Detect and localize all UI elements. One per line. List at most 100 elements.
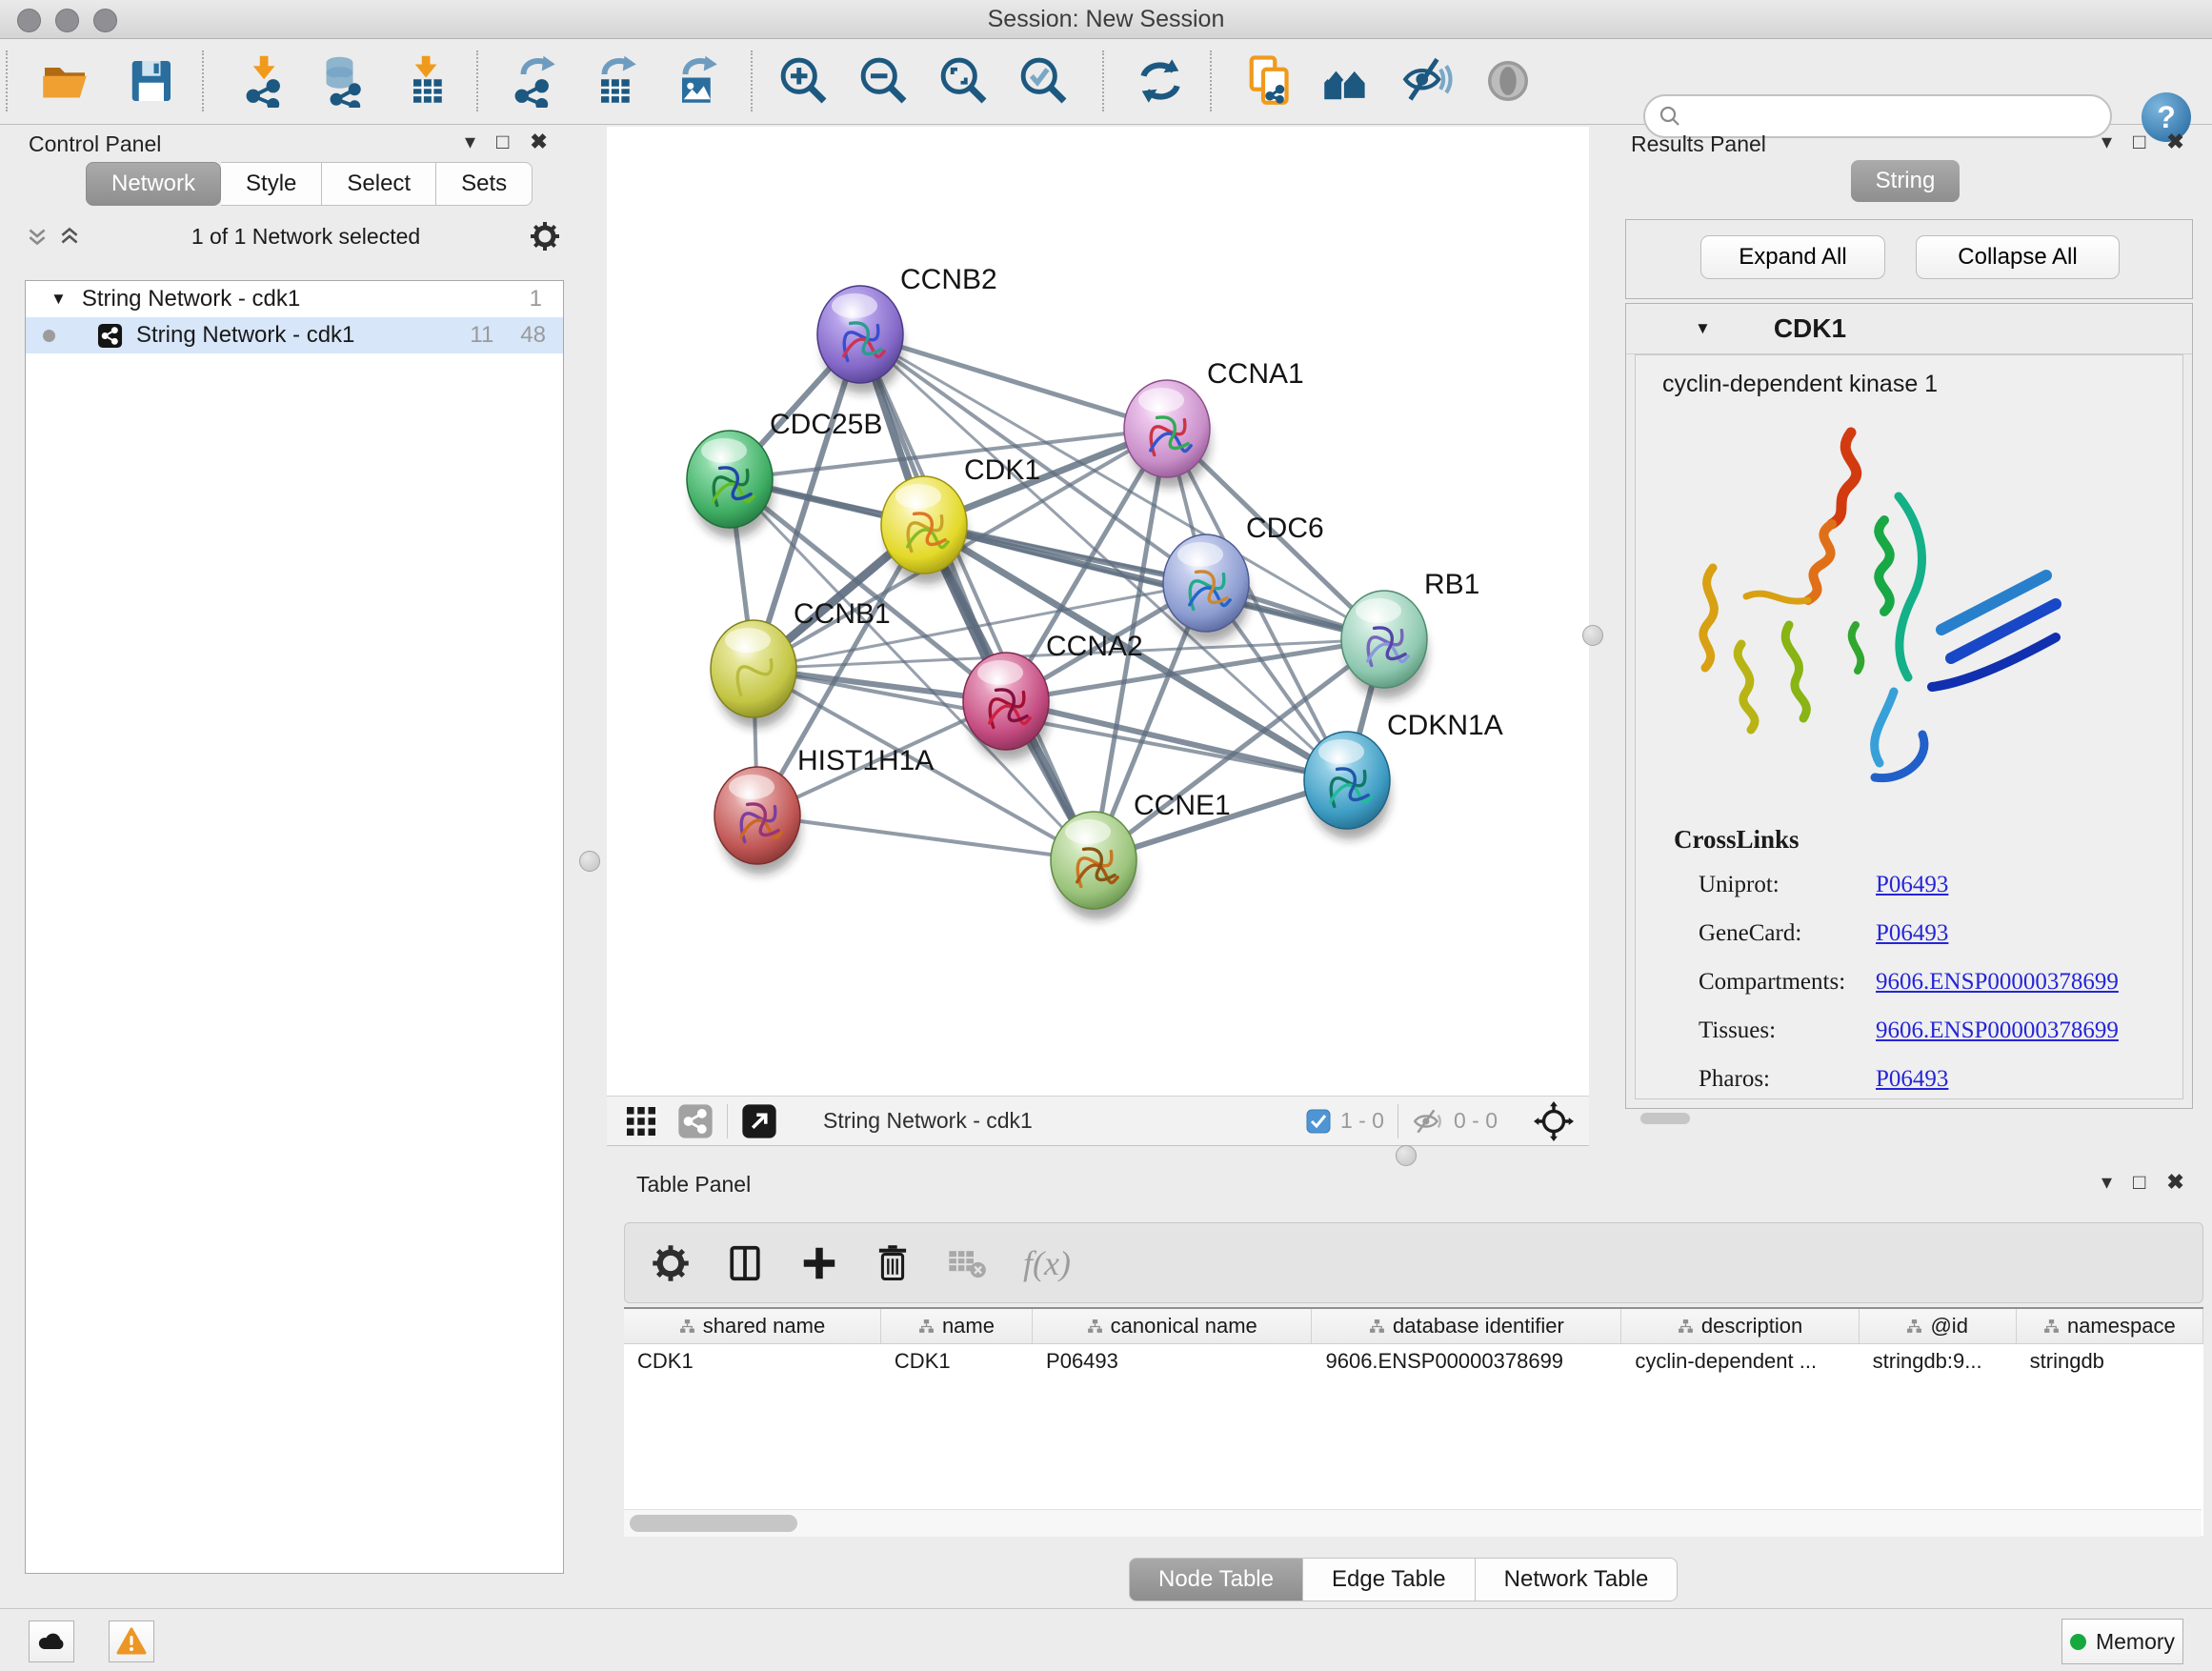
- tab-network-table[interactable]: Network Table: [1476, 1558, 1679, 1601]
- refresh-layout-icon[interactable]: [1132, 52, 1189, 110]
- crosslink-link[interactable]: P06493: [1876, 920, 1948, 947]
- zoom-out-icon[interactable]: [855, 52, 913, 110]
- section-collapse-icon[interactable]: ▼: [1695, 319, 1711, 338]
- tab-sets[interactable]: Sets: [436, 162, 533, 206]
- left-splitter-handle[interactable]: [579, 851, 600, 872]
- tab-network[interactable]: Network: [86, 162, 221, 206]
- zoom-in-icon[interactable]: [775, 52, 833, 110]
- panel-menu-icon[interactable]: ▾: [2101, 1170, 2112, 1195]
- import-network-from-database-icon[interactable]: [314, 52, 372, 110]
- table-cell[interactable]: stringdb: [2017, 1344, 2203, 1379]
- network-options-gear-icon[interactable]: [530, 221, 560, 252]
- column-header-namespace[interactable]: namespace: [2017, 1309, 2203, 1343]
- panel-menu-icon[interactable]: ▾: [2101, 130, 2112, 154]
- expand-all-button[interactable]: Expand All: [1700, 235, 1885, 279]
- column-header-id[interactable]: @id: [1860, 1309, 2017, 1343]
- crosslink-link[interactable]: 9606.ENSP00000378699: [1876, 1017, 2119, 1044]
- delete-column-icon[interactable]: [875, 1244, 911, 1282]
- network-node-CCNB1[interactable]: CCNB1: [711, 598, 891, 717]
- network-node-CCNE1[interactable]: CCNE1: [1051, 790, 1231, 909]
- panel-float-icon[interactable]: □: [496, 130, 509, 154]
- panel-menu-icon[interactable]: ▾: [465, 130, 475, 154]
- save-session-icon[interactable]: [122, 52, 179, 110]
- panel-close-icon[interactable]: ✖: [530, 130, 547, 154]
- warning-button[interactable]: [109, 1621, 154, 1662]
- table-cell[interactable]: CDK1: [624, 1344, 881, 1379]
- column-header-name[interactable]: name: [881, 1309, 1033, 1343]
- show-columns-icon[interactable]: [726, 1244, 764, 1282]
- window-close-button[interactable]: [17, 9, 41, 32]
- table-cell[interactable]: cyclin-dependent ...: [1621, 1344, 1859, 1379]
- network-overview-icon[interactable]: [1317, 52, 1375, 110]
- export-table-icon[interactable]: [586, 52, 643, 110]
- right-splitter-handle[interactable]: [1582, 625, 1603, 646]
- birdseye-grid-icon[interactable]: [622, 1102, 660, 1140]
- network-collection-row[interactable]: ▼ String Network - cdk1 1: [26, 281, 563, 317]
- column-header-description[interactable]: description: [1621, 1309, 1859, 1343]
- table-cell[interactable]: 9606.ENSP00000378699: [1312, 1344, 1621, 1379]
- network-node-HIST1H1A[interactable]: HIST1H1A: [714, 745, 934, 864]
- selected-checkbox-icon[interactable]: [1306, 1109, 1331, 1134]
- panel-float-icon[interactable]: □: [2133, 1170, 2145, 1195]
- tab-node-table[interactable]: Node Table: [1129, 1558, 1303, 1601]
- open-session-icon[interactable]: [36, 52, 93, 110]
- node-table[interactable]: shared namenamecanonical namedatabase id…: [624, 1307, 2203, 1536]
- open-in-new-window-icon[interactable]: [741, 1103, 777, 1139]
- zoom-selected-icon[interactable]: [1016, 52, 1073, 110]
- crosslink-link[interactable]: 9606.ENSP00000378699: [1876, 969, 2119, 996]
- cloud-button[interactable]: [29, 1621, 74, 1662]
- fit-selected-crosshair-icon[interactable]: [1534, 1101, 1574, 1141]
- export-network-icon[interactable]: [505, 52, 562, 110]
- tab-string[interactable]: String: [1851, 160, 1960, 202]
- expand-all-icon[interactable]: [57, 224, 82, 249]
- network-node-CDKN1A[interactable]: CDKN1A: [1304, 710, 1503, 829]
- collapse-all-icon[interactable]: [25, 224, 50, 249]
- network-style-icon[interactable]: [677, 1103, 714, 1139]
- collapse-all-button[interactable]: Collapse All: [1916, 235, 2120, 279]
- node-label-CDK1: CDK1: [964, 454, 1040, 486]
- network-view-canvas[interactable]: CCNB2CCNA1CDC25BCDK1CDC6RB1CCNB1CCNA2CDK…: [607, 127, 1589, 1096]
- memory-button[interactable]: Memory: [2061, 1619, 2183, 1664]
- table-cell[interactable]: stringdb:9...: [1860, 1344, 2017, 1379]
- panel-float-icon[interactable]: □: [2133, 130, 2145, 154]
- panel-close-icon[interactable]: ✖: [2166, 1170, 2183, 1195]
- import-network-from-file-icon[interactable]: [236, 52, 293, 110]
- tab-edge-table[interactable]: Edge Table: [1303, 1558, 1476, 1601]
- export-image-icon[interactable]: [667, 52, 724, 110]
- panel-close-icon[interactable]: ✖: [2166, 130, 2183, 154]
- network-node-RB1[interactable]: RB1: [1341, 569, 1479, 688]
- gene-section-header[interactable]: ▼ CDK1: [1626, 304, 2192, 354]
- table-options-gear-icon[interactable]: [652, 1244, 690, 1282]
- results-panel-header-icons: ▾ □ ✖: [2101, 130, 2184, 154]
- column-header-canonicalname[interactable]: canonical name: [1033, 1309, 1313, 1343]
- table-cell[interactable]: P06493: [1033, 1344, 1312, 1379]
- column-header-sharedname[interactable]: shared name: [624, 1309, 881, 1343]
- window-minimize-button[interactable]: [55, 9, 79, 32]
- crosslink-link[interactable]: P06493: [1876, 872, 1948, 898]
- table-hscrollbar[interactable]: [624, 1509, 2202, 1537]
- import-table-from-file-icon[interactable]: [398, 52, 455, 110]
- zoom-fit-icon[interactable]: [935, 52, 993, 110]
- table-hscroll-thumb[interactable]: [630, 1515, 797, 1532]
- edge-count: 48: [520, 322, 546, 349]
- show-panels-icon[interactable]: [1479, 52, 1537, 110]
- protein-structure-image: [1651, 406, 2099, 806]
- column-header-databaseidentifier[interactable]: database identifier: [1312, 1309, 1621, 1343]
- search-input[interactable]: [1681, 103, 2066, 130]
- network-node-CCNB2[interactable]: CCNB2: [817, 264, 997, 383]
- crosslink-link[interactable]: P06493: [1876, 1066, 1948, 1093]
- clone-network-icon[interactable]: [1241, 52, 1298, 110]
- warning-icon: [116, 1627, 147, 1656]
- tab-style[interactable]: Style: [221, 162, 322, 206]
- tree-collapse-icon[interactable]: ▼: [50, 290, 67, 309]
- network-row-selected[interactable]: String Network - cdk1 11 48: [26, 317, 563, 353]
- table-cell[interactable]: CDK1: [881, 1344, 1033, 1379]
- tab-select[interactable]: Select: [322, 162, 436, 206]
- hide-panels-icon[interactable]: [1398, 52, 1456, 110]
- table-row[interactable]: CDK1CDK1P064939606.ENSP00000378699cyclin…: [624, 1344, 2203, 1379]
- results-hscroll-thumb[interactable]: [1640, 1113, 1690, 1124]
- window-zoom-button[interactable]: [93, 9, 117, 32]
- horizontal-splitter-handle[interactable]: [1396, 1145, 1417, 1166]
- network-node-CCNA1[interactable]: CCNA1: [1124, 358, 1304, 477]
- add-column-icon[interactable]: [800, 1244, 838, 1282]
